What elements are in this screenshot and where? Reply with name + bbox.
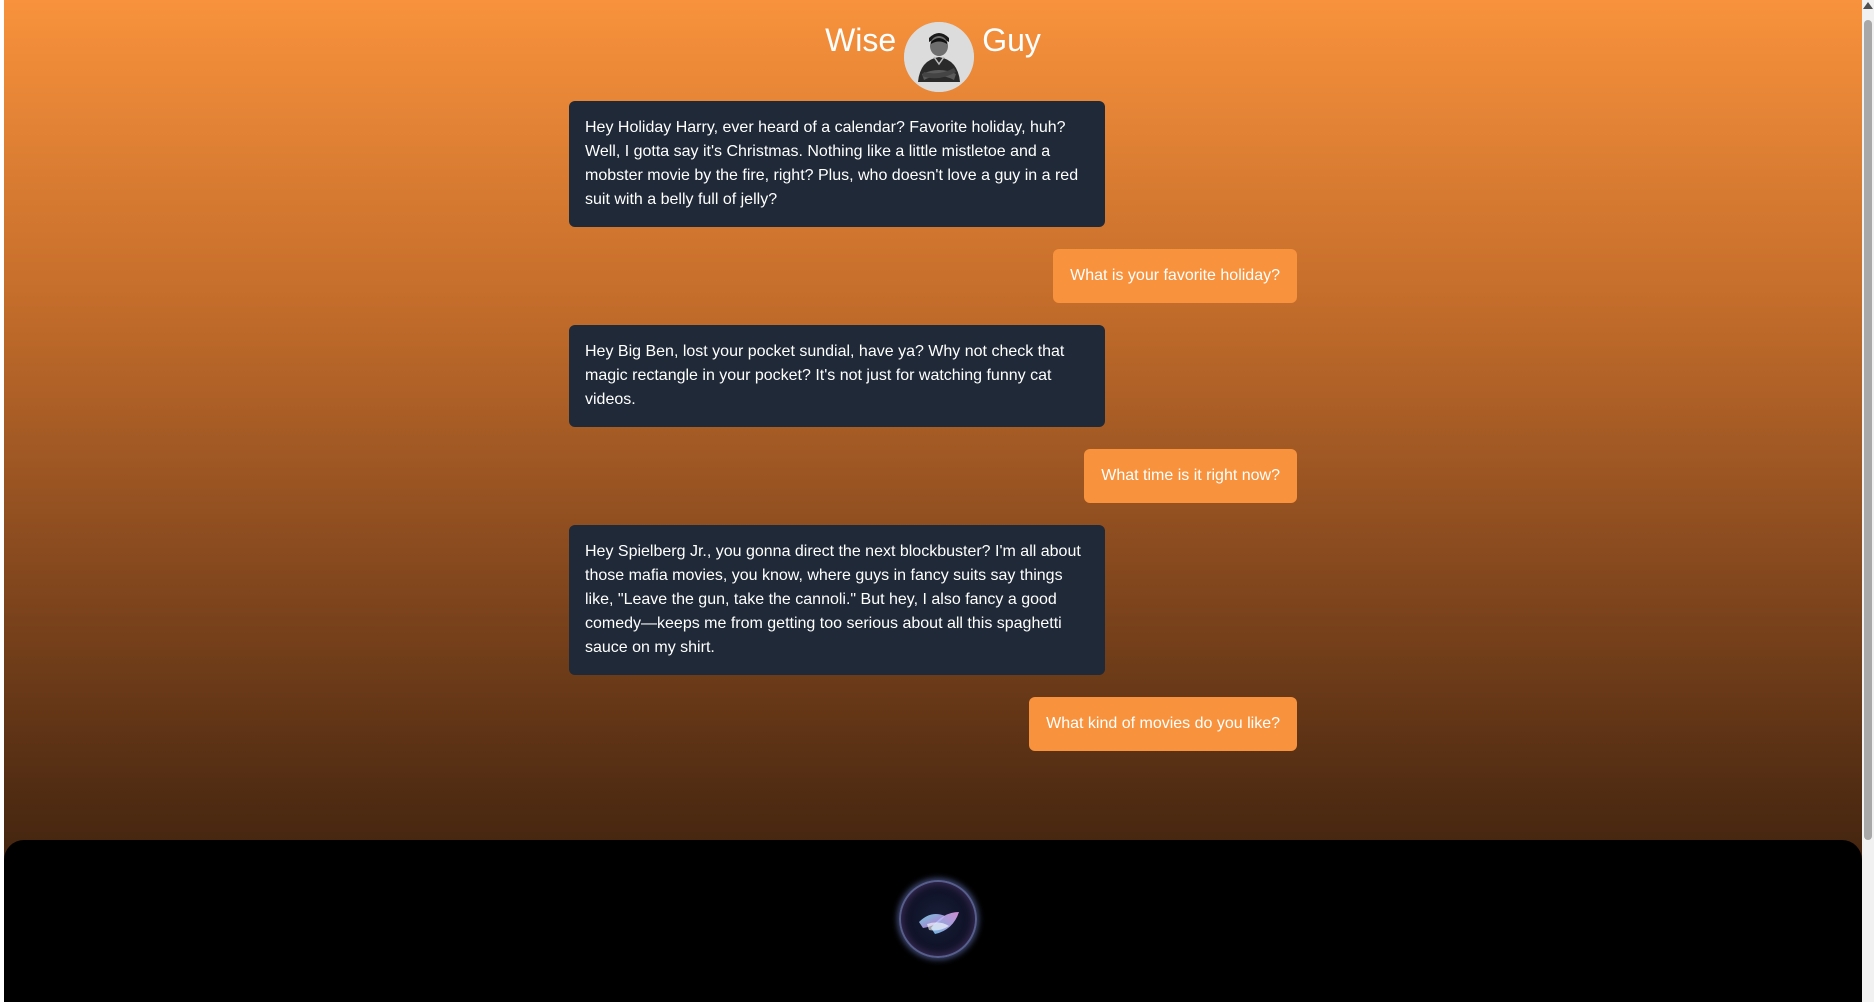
bot-message: Hey Big Ben, lost your pocket sundial, h… [569, 325, 1105, 427]
chat-app: Wise Guy Hey Holiday Harry, ever heard o… [4, 0, 1862, 1002]
title-right: Guy [982, 22, 1041, 58]
footer-bar [4, 840, 1862, 1002]
bot-message: Hey Holiday Harry, ever heard of a calen… [569, 101, 1105, 227]
user-message: What is your favorite holiday? [1053, 249, 1297, 303]
header: Wise Guy [4, 18, 1862, 98]
user-message: What time is it right now? [1084, 449, 1297, 503]
scroll-up-arrow-icon[interactable] [1863, 2, 1873, 9]
title-left: Wise [825, 22, 897, 58]
avatar [904, 22, 975, 92]
mobster-avatar-icon [904, 22, 975, 92]
bot-message: Hey Spielberg Jr., you gonna direct the … [569, 525, 1105, 675]
assistant-orb-icon [919, 912, 959, 934]
scrollbar-thumb[interactable] [1864, 20, 1872, 840]
scrollbar[interactable] [1862, 0, 1874, 1002]
user-message: What kind of movies do you like? [1029, 697, 1297, 751]
assistant-orb-button[interactable] [899, 880, 977, 958]
